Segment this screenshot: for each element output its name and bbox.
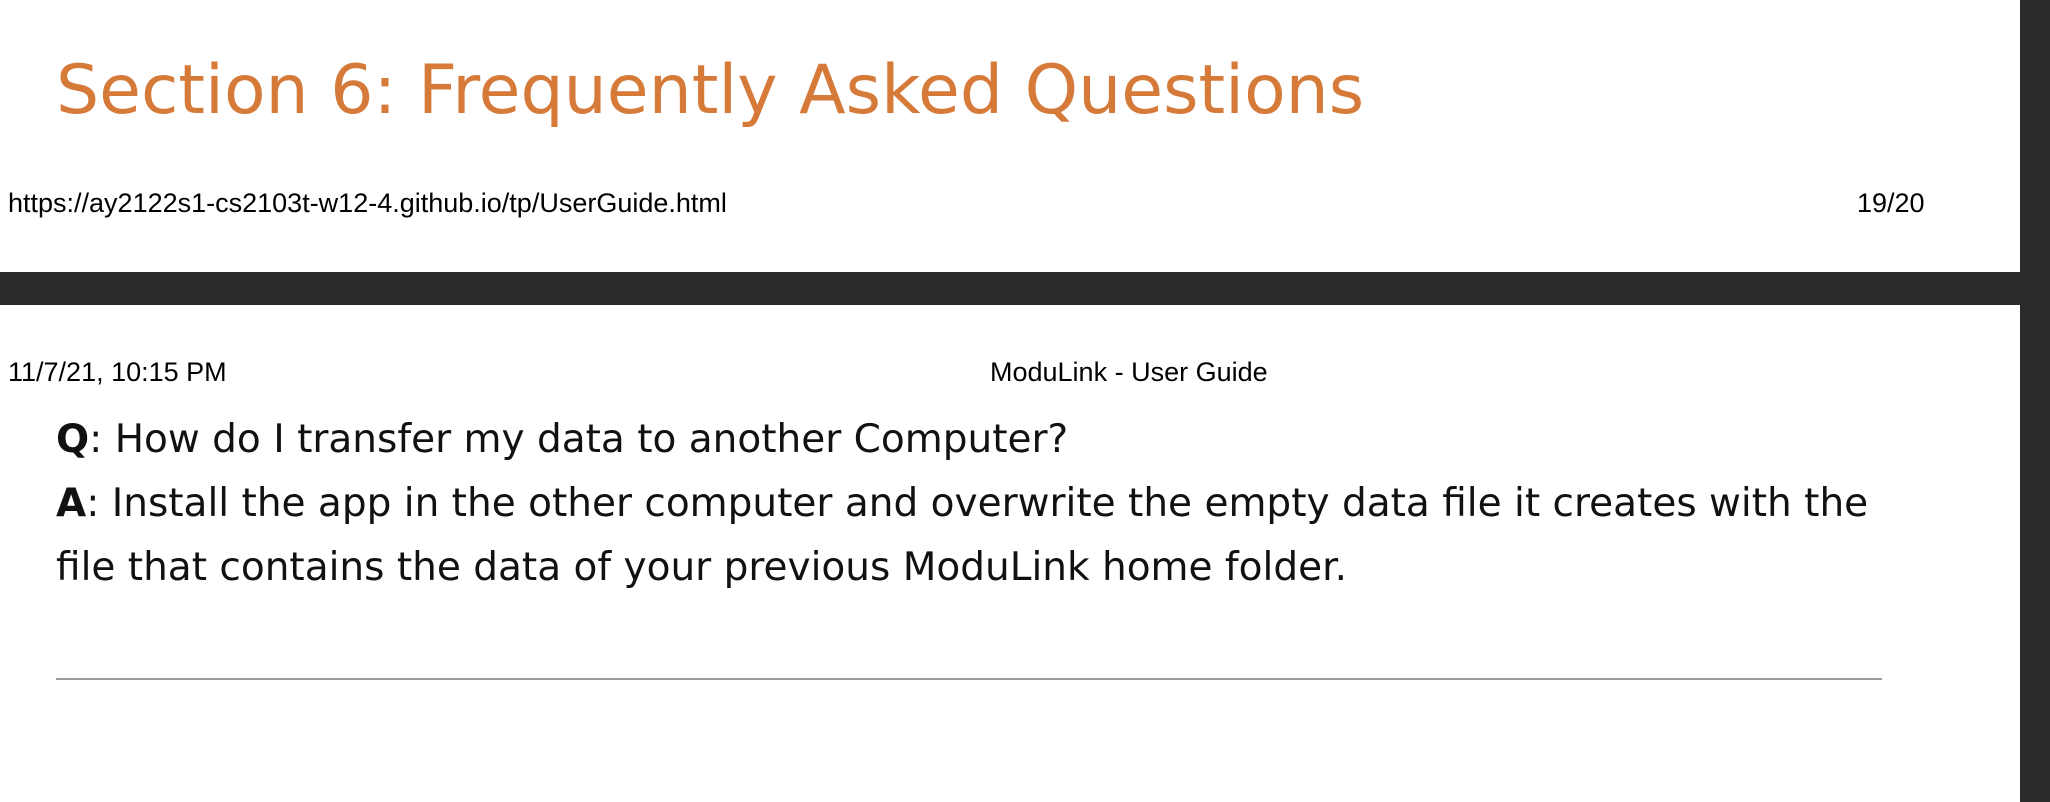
footer-url: https://ay2122s1-cs2103t-w12-4.github.io… xyxy=(8,188,727,218)
header-date: 11/7/21, 10:15 PM xyxy=(8,357,227,387)
answer-label: A xyxy=(56,481,87,526)
section-heading: Section 6: Frequently Asked Questions xyxy=(56,51,1365,130)
viewer-scroll-gutter[interactable] xyxy=(2020,0,2050,802)
header-title: ModuLink - User Guide xyxy=(990,357,1268,387)
faq-entry: Q: How do I transfer my data to another … xyxy=(56,408,1886,600)
question-label: Q xyxy=(56,417,90,462)
horizontal-rule xyxy=(56,678,1882,680)
previous-page: Section 6: Frequently Asked Questions ht… xyxy=(0,0,2020,272)
answer-text: : Install the app in the other computer … xyxy=(56,481,1869,590)
footer-page-number: 19/20 xyxy=(1857,188,1925,218)
question-text: : How do I transfer my data to another C… xyxy=(89,417,1069,462)
faq-question: Q: How do I transfer my data to another … xyxy=(56,408,1886,472)
page-separator xyxy=(0,272,2020,305)
faq-answer: A: Install the app in the other computer… xyxy=(56,472,1886,600)
